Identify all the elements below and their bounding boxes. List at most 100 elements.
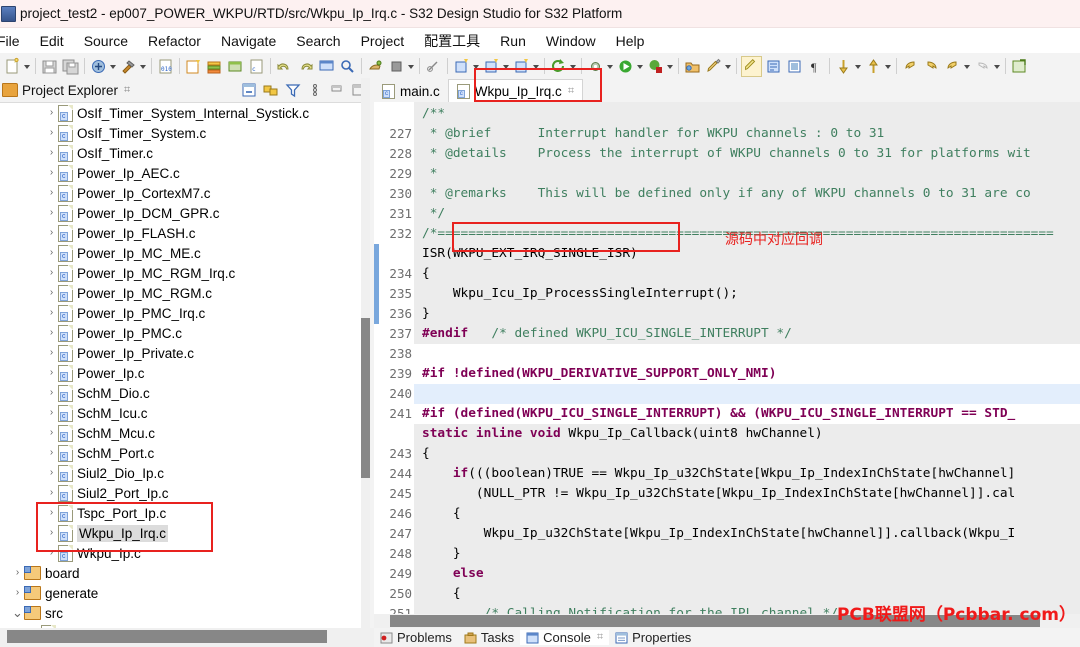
save-all-icon[interactable] — [61, 57, 80, 76]
code-line[interactable]: */ — [414, 204, 1080, 224]
new-c-file-icon[interactable]: c — [247, 57, 266, 76]
back-history-dropdown-arrow[interactable] — [963, 57, 972, 76]
menu-item-help[interactable]: Help — [606, 31, 655, 51]
tree-item[interactable]: › OsIf_Timer_System_Internal_Systick.c — [0, 103, 370, 123]
terminate-icon[interactable] — [387, 57, 406, 76]
chevron-right-icon[interactable]: › — [45, 423, 58, 443]
chevron-right-icon[interactable]: › — [45, 123, 58, 143]
source-code-editor[interactable]: 227 228 229 230 231 232 234 235 236 237 238 239 240 2… — [374, 102, 1080, 614]
back-history-icon[interactable] — [943, 57, 962, 76]
code-line[interactable]: Wkpu_Icu_Ip_ProcessSingleInterrupt(); — [414, 284, 1080, 304]
tree-item[interactable]: › OsIf_Timer.c — [0, 143, 370, 163]
chevron-right-icon[interactable]: › — [45, 543, 58, 563]
chevron-right-icon[interactable]: › — [45, 323, 58, 343]
menu-item-run[interactable]: Run — [490, 31, 536, 51]
chevron-right-icon[interactable]: › — [45, 483, 58, 503]
new-window-icon[interactable] — [226, 57, 245, 76]
tree-item[interactable]: › SchM_Mcu.c — [0, 423, 370, 443]
menu-item-config-tools[interactable]: 配置工具 — [414, 29, 490, 53]
build-all-dropdown-arrow[interactable] — [109, 57, 118, 76]
menu-item-search[interactable]: Search — [286, 31, 350, 51]
new-folder-layers-icon[interactable] — [205, 57, 224, 76]
run-green-icon[interactable] — [616, 57, 635, 76]
code-line[interactable] — [414, 384, 1080, 404]
code-line[interactable]: * — [414, 164, 1080, 184]
bottom-view-tab-bar[interactable]: Problems Tasks Console ⌗ Properties — [374, 628, 1080, 647]
next-annotation-icon[interactable] — [834, 57, 853, 76]
code-line[interactable]: { — [414, 504, 1080, 524]
editor-tab-bar[interactable]: main.c Wkpu_Ip_Irq.c ⌗ — [374, 78, 1080, 102]
open-perspective-icon[interactable] — [683, 57, 702, 76]
chevron-right-icon[interactable]: › — [45, 523, 58, 543]
menu-bar[interactable]: File Edit Source Refactor Navigate Searc… — [0, 28, 1080, 53]
code-line[interactable]: Wkpu_Ip_u32ChState[Wkpu_Ip_IndexInChStat… — [414, 524, 1080, 544]
hammer-build-dropdown-arrow[interactable] — [139, 57, 148, 76]
tree-item[interactable]: › Power_Ip_FLASH.c — [0, 223, 370, 243]
previous-annotation-dropdown-arrow[interactable] — [884, 57, 893, 76]
settings-gear-icon[interactable] — [586, 57, 605, 76]
chevron-right-icon[interactable]: › — [45, 403, 58, 423]
code-line[interactable]: * @remarks This will be defined only if … — [414, 184, 1080, 204]
chevron-right-icon[interactable]: › — [45, 183, 58, 203]
code-line[interactable]: static inline void Wkpu_Ip_Callback(uint… — [414, 424, 1080, 444]
code-text-area[interactable]: /** * @brief Interrupt handler for WKPU … — [414, 102, 1080, 614]
code-line[interactable]: * @details Process the interrupt of WKPU… — [414, 144, 1080, 164]
tree-item[interactable]: › SchM_Dio.c — [0, 383, 370, 403]
project-tree-scrollbar[interactable] — [361, 78, 370, 628]
tree-item[interactable]: › Siul2_Port_Ip.c — [0, 483, 370, 503]
tree-item[interactable]: › Wkpu_Ip_Irq.c — [0, 523, 370, 543]
close-icon[interactable]: ⌗ — [124, 84, 130, 97]
tree-item[interactable]: › Power_Ip_CortexM7.c — [0, 183, 370, 203]
highlight-marker-icon[interactable] — [741, 55, 762, 77]
code-line[interactable]: } — [414, 304, 1080, 324]
code-line[interactable]: /** — [414, 104, 1080, 124]
menu-item-edit[interactable]: Edit — [30, 31, 74, 51]
chevron-right-icon[interactable]: › — [11, 563, 24, 583]
forward-yellow-icon[interactable] — [922, 57, 941, 76]
new-wizard-dropdown-arrow[interactable] — [23, 57, 32, 76]
chevron-right-icon[interactable]: › — [45, 143, 58, 163]
hammer-build-icon[interactable] — [119, 57, 138, 76]
tree-item[interactable]: › Power_Ip_MC_ME.c — [0, 243, 370, 263]
menu-item-refactor[interactable]: Refactor — [138, 31, 211, 51]
back-yellow-icon[interactable] — [901, 57, 920, 76]
code-line[interactable]: * @brief Interrupt handler for WKPU chan… — [414, 124, 1080, 144]
pilcrow-icon[interactable]: ¶ — [806, 57, 825, 76]
code-line[interactable]: { — [414, 264, 1080, 284]
menu-item-file[interactable]: File — [0, 31, 30, 51]
bottom-tab-properties[interactable]: Properties — [609, 630, 697, 645]
forward-history-dropdown-arrow[interactable] — [993, 57, 1002, 76]
c-run-icon[interactable] — [512, 57, 531, 76]
minimize-icon[interactable] — [329, 82, 345, 98]
tree-item[interactable]: › Power_Ip_PMC.c — [0, 323, 370, 343]
chevron-right-icon[interactable]: › — [45, 243, 58, 263]
settings-dropdown-arrow[interactable] — [606, 57, 615, 76]
tree-item[interactable]: › Power_Ip.c — [0, 363, 370, 383]
previous-annotation-icon[interactable] — [864, 57, 883, 76]
chevron-down-icon[interactable]: ⌄ — [11, 606, 24, 620]
next-annotation-dropdown-arrow[interactable] — [854, 57, 863, 76]
code-line[interactable]: else — [414, 564, 1080, 584]
bottom-tab-problems[interactable]: Problems — [374, 630, 458, 645]
editor-tab-wkpu-ip-irq-c[interactable]: Wkpu_Ip_Irq.c ⌗ — [447, 79, 584, 102]
tree-item[interactable]: › Wkpu_Ip.c — [0, 543, 370, 563]
chevron-right-icon[interactable]: › — [45, 463, 58, 483]
main-toolbar[interactable]: 010 c ¶ — [0, 53, 1080, 80]
chevron-right-icon[interactable]: › — [45, 503, 58, 523]
chevron-right-icon[interactable]: › — [45, 283, 58, 303]
debug-config-dropdown-arrow[interactable] — [472, 57, 481, 76]
tree-item[interactable]: › Tspc_Port_Ip.c — [0, 503, 370, 523]
chevron-right-icon[interactable]: › — [45, 223, 58, 243]
code-line[interactable]: } — [414, 544, 1080, 564]
tree-item[interactable]: › Power_Ip_DCM_GPR.c — [0, 203, 370, 223]
profile-dropdown-arrow[interactable] — [666, 57, 675, 76]
run-dropdown-arrow[interactable] — [636, 57, 645, 76]
chevron-right-icon[interactable]: › — [45, 163, 58, 183]
project-tree[interactable]: › OsIf_Timer_System_Internal_Systick.c › Os… — [0, 103, 370, 628]
filter-icon[interactable] — [285, 82, 301, 98]
collapse-all-icon[interactable] — [241, 82, 257, 98]
code-line[interactable]: if(((boolean)TRUE == Wkpu_Ip_u32ChState[… — [414, 464, 1080, 484]
tree-item[interactable]: › Power_Ip_PMC_Irq.c — [0, 303, 370, 323]
code-line[interactable]: (NULL_PTR != Wkpu_Ip_u32ChState[Wkpu_Ip_… — [414, 484, 1080, 504]
c-debug-icon[interactable] — [482, 57, 501, 76]
